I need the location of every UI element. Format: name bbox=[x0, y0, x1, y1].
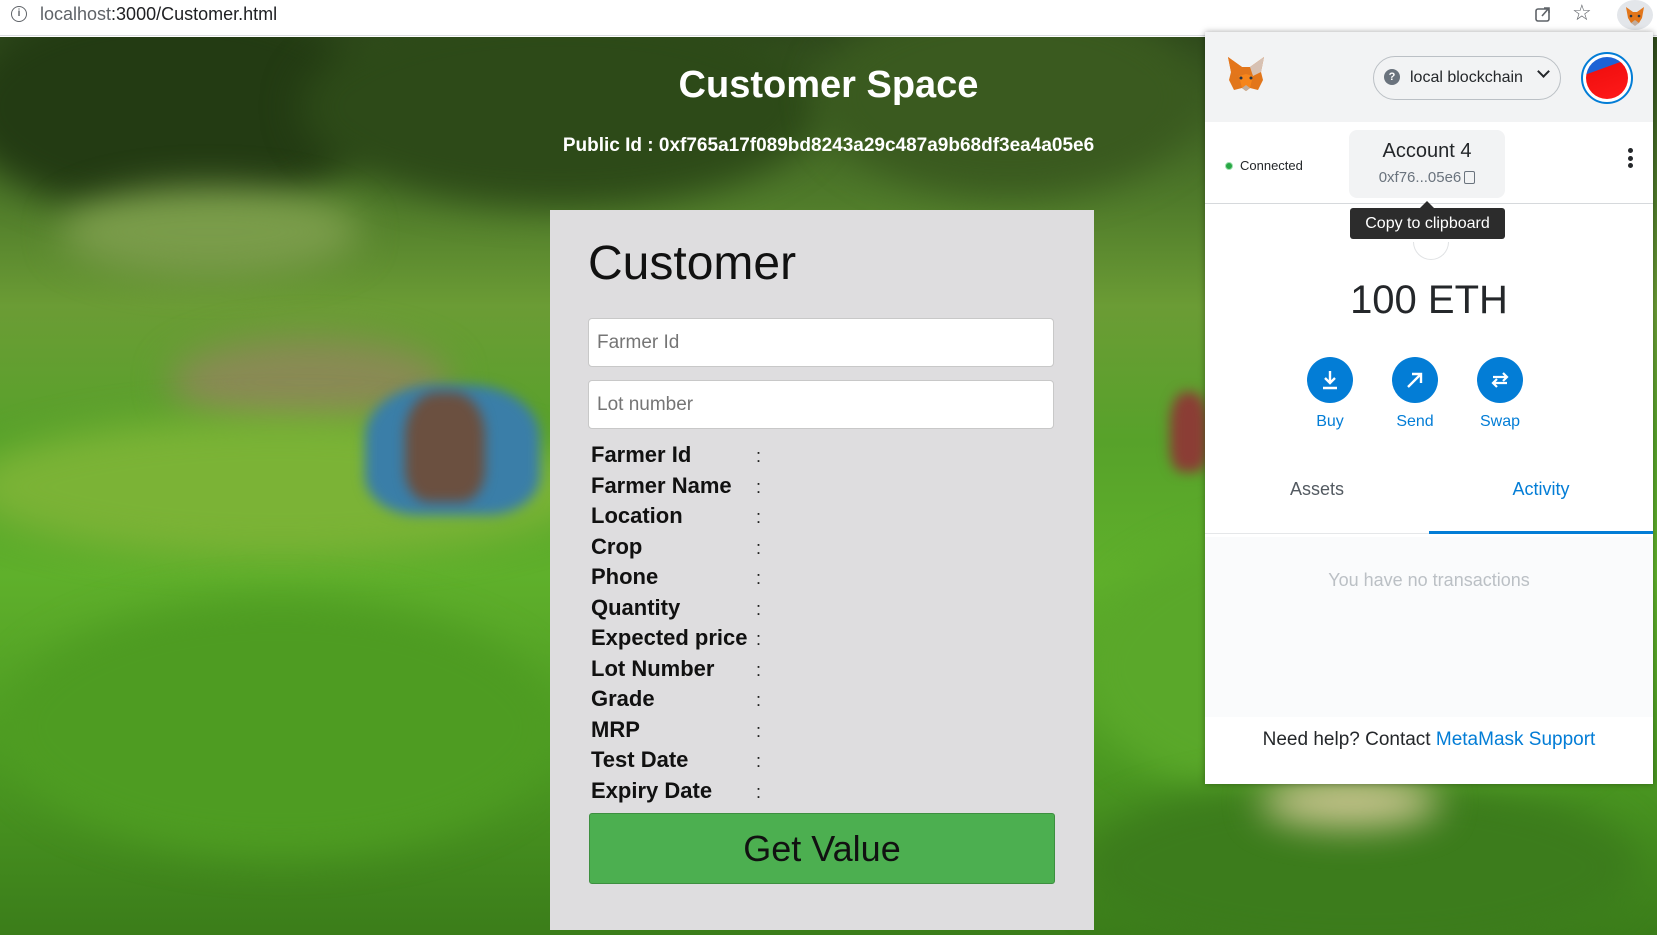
field-colon: : bbox=[756, 446, 762, 466]
metamask-fox-icon[interactable] bbox=[1225, 54, 1267, 94]
url-host: localhost bbox=[40, 4, 112, 24]
kebab-menu-icon[interactable] bbox=[1628, 148, 1634, 171]
bookmark-star-icon[interactable]: ☆ bbox=[1572, 2, 1592, 24]
buy-button[interactable]: Buy bbox=[1290, 357, 1370, 431]
field-label: Farmer Id bbox=[591, 442, 692, 467]
field-label: Crop bbox=[591, 533, 643, 559]
farmer-id-input[interactable] bbox=[588, 318, 1054, 367]
swap-label: Swap bbox=[1479, 413, 1521, 430]
card-heading: Customer bbox=[588, 237, 797, 290]
url-field[interactable]: localhost:3000/Customer.html bbox=[40, 4, 277, 25]
tab-assets[interactable]: Assets bbox=[1205, 466, 1429, 534]
field-label: Farmer Name bbox=[591, 472, 732, 498]
field-label: Location bbox=[591, 503, 683, 528]
buy-label: Buy bbox=[1316, 413, 1344, 430]
metamask-popup: ? local blockchain Connected Account 4 0… bbox=[1205, 32, 1653, 784]
account-bar: Connected Account 4 0xf76...05e6 bbox=[1205, 122, 1653, 204]
metamask-support-link[interactable]: MetaMask Support bbox=[1436, 729, 1595, 750]
connection-status[interactable]: Connected bbox=[1225, 158, 1303, 173]
field-colon: : bbox=[756, 568, 762, 588]
connected-dot-icon bbox=[1225, 162, 1233, 170]
help-circle-icon: ? bbox=[1384, 69, 1400, 85]
eth-balance: 100 ETH bbox=[1350, 278, 1508, 322]
field-label: Grade bbox=[591, 686, 655, 711]
network-selector[interactable]: ? local blockchain bbox=[1373, 56, 1561, 100]
copy-icon[interactable] bbox=[1464, 171, 1476, 184]
url-path: :3000/Customer.html bbox=[111, 4, 278, 24]
field-colon: : bbox=[756, 629, 762, 649]
send-label: Send bbox=[1396, 413, 1434, 430]
field-label: Lot Number bbox=[591, 655, 715, 681]
download-arrow-icon bbox=[1323, 371, 1337, 390]
customer-card: Customer Farmer Id: Farmer Name: Locatio… bbox=[550, 210, 1094, 930]
get-value-button[interactable]: Get Value bbox=[589, 813, 1055, 884]
field-colon: : bbox=[756, 781, 762, 802]
send-button[interactable]: Send bbox=[1375, 357, 1455, 431]
field-colon: : bbox=[756, 720, 762, 741]
field-label: Expiry Date bbox=[591, 777, 713, 803]
field-label: Quantity bbox=[591, 594, 681, 620]
swap-arrows-icon bbox=[1491, 372, 1509, 388]
field-colon: : bbox=[756, 659, 762, 680]
network-name: local blockchain bbox=[1410, 69, 1523, 86]
share-icon[interactable] bbox=[1534, 5, 1552, 23]
metamask-extension-icon[interactable] bbox=[1617, 0, 1653, 30]
account-selector[interactable]: Account 4 0xf76...05e6 bbox=[1349, 130, 1505, 198]
field-label: MRP bbox=[591, 716, 640, 742]
field-colon: : bbox=[756, 751, 762, 771]
metamask-header: ? local blockchain bbox=[1205, 32, 1653, 122]
field-colon: : bbox=[756, 507, 762, 527]
connection-status-label: Connected bbox=[1240, 158, 1303, 173]
help-text: Need help? Contact bbox=[1262, 729, 1431, 750]
chevron-down-icon bbox=[1537, 65, 1550, 78]
tab-activity[interactable]: Activity bbox=[1429, 466, 1653, 534]
account-address-text: 0xf76...05e6 bbox=[1378, 169, 1462, 186]
field-label: Expected price bbox=[591, 625, 748, 650]
field-label: Phone bbox=[591, 564, 659, 589]
identicon bbox=[1413, 242, 1449, 260]
account-address[interactable]: 0xf76...05e6 bbox=[1349, 169, 1505, 186]
browser-address-bar: i localhost:3000/Customer.html ☆ bbox=[0, 0, 1657, 36]
diagonal-arrow-icon bbox=[1407, 372, 1423, 388]
account-avatar[interactable] bbox=[1581, 52, 1633, 104]
empty-transactions: You have no transactions bbox=[1328, 570, 1530, 590]
lot-number-input[interactable] bbox=[588, 380, 1054, 429]
copy-tooltip: Copy to clipboard bbox=[1350, 201, 1505, 239]
field-label: Test Date bbox=[591, 747, 689, 772]
swap-button[interactable]: Swap bbox=[1460, 357, 1540, 431]
info-icon[interactable]: i bbox=[11, 6, 27, 22]
field-colon: : bbox=[756, 537, 762, 558]
activity-list: You have no transactions bbox=[1205, 537, 1653, 717]
help-footer: Need help? Contact MetaMask Support bbox=[1205, 729, 1653, 751]
field-colon: : bbox=[756, 598, 762, 619]
field-colon: : bbox=[756, 476, 762, 497]
field-colon: : bbox=[756, 690, 762, 710]
account-name: Account 4 bbox=[1382, 140, 1472, 162]
